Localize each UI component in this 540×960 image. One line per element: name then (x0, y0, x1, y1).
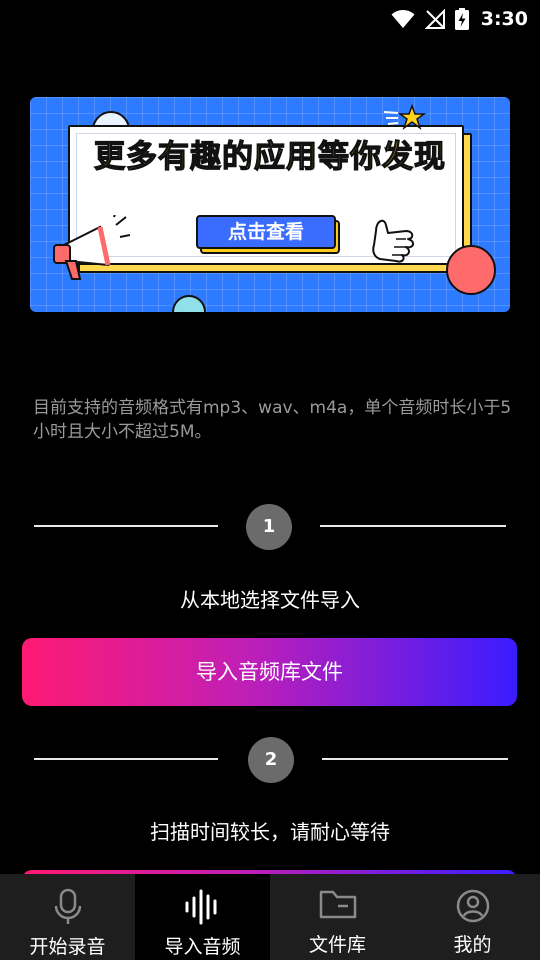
nav-item-file-library[interactable]: 文件库 (270, 874, 405, 960)
divider-line (34, 758, 218, 760)
view-now-button[interactable]: 点击查看 (196, 215, 336, 249)
nav-label: 我的 (453, 934, 492, 956)
step-title: 扫描时间较长，请耐心等待 (150, 820, 390, 844)
nav-label: 文件库 (308, 934, 366, 956)
nav-item-import-audio[interactable]: 导入音频 (135, 874, 270, 960)
nav-item-record[interactable]: 开始录音 (0, 874, 135, 960)
no-signal-icon (424, 9, 445, 29)
thumbs-up-hand-icon (372, 219, 414, 263)
nav-item-profile[interactable]: 我的 (405, 874, 540, 960)
step-title: 从本地选择文件导入 (180, 588, 360, 612)
divider-line (322, 758, 508, 760)
decorative-circle (172, 295, 206, 312)
nav-label: 开始录音 (29, 936, 106, 958)
step-number-badge: 1 (246, 504, 292, 550)
supported-formats-info: 目前支持的音频格式有mp3、wav、m4a，单个音频时长小于5小时且大小不超过5… (33, 398, 512, 442)
import-audio-library-button[interactable]: 导入音频库文件 (22, 638, 517, 706)
folder-icon (319, 890, 356, 919)
banner-title: 更多有趣的应用等你发现 (93, 138, 446, 175)
decorative-circle (446, 245, 496, 295)
status-bar: 3:30 (0, 0, 540, 38)
nav-label: 导入音频 (164, 936, 241, 958)
battery-charging-icon (454, 8, 469, 30)
person-icon (456, 889, 489, 923)
divider-line (34, 525, 218, 527)
promo-banner[interactable]: 更多有趣的应用等你发现 点击查看 (30, 97, 510, 312)
status-time: 3:30 (480, 8, 528, 30)
step-number-badge: 2 (248, 737, 294, 783)
status-icons: 3:30 (391, 6, 528, 32)
audio-wave-icon (185, 889, 216, 925)
bottom-nav: 开始录音 导入音频 文件库 我的 (0, 874, 540, 960)
megaphone-icon (53, 215, 130, 280)
microphone-icon (54, 888, 81, 924)
divider-line (320, 525, 506, 527)
wifi-icon (391, 10, 415, 28)
